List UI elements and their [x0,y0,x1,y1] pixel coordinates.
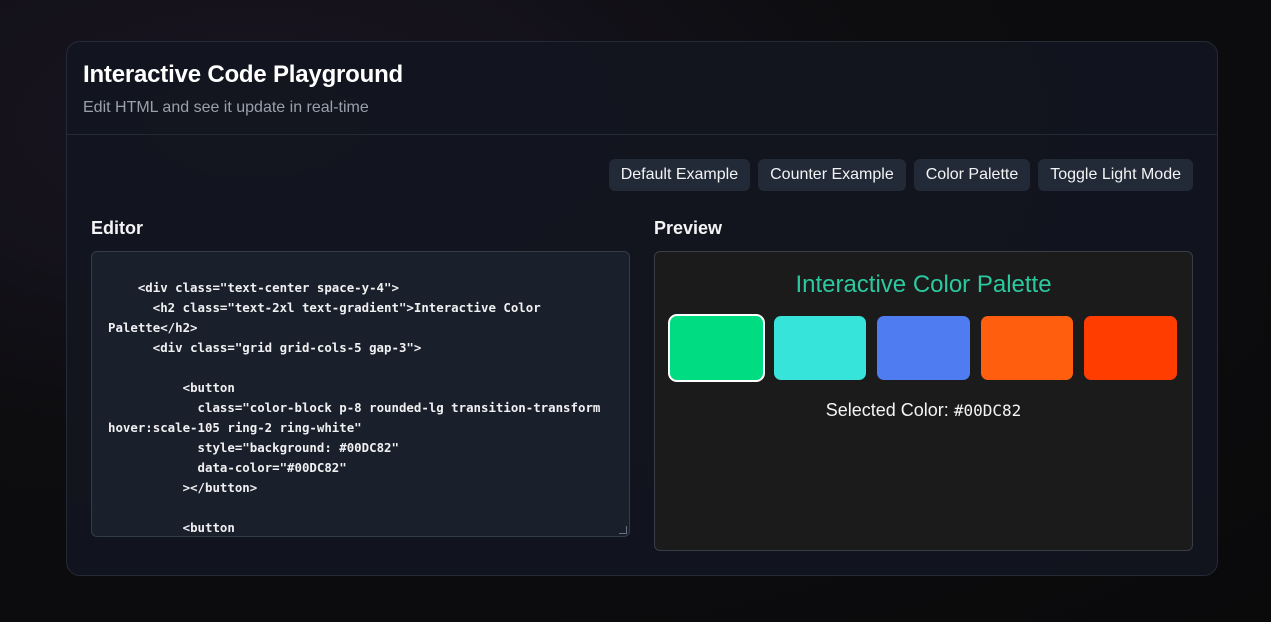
default-example-button[interactable]: Default Example [608,159,751,191]
example-toolbar: Default Example Counter Example Color Pa… [608,159,1193,191]
color-swatch[interactable] [773,316,867,380]
color-swatch[interactable] [1084,316,1177,380]
toggle-light-mode-button[interactable]: Toggle Light Mode [1038,159,1193,191]
code-editor[interactable]: <div class="text-center space-y-4"> <h2 … [91,251,630,537]
page-title: Interactive Code Playground [83,61,404,88]
editor-label: Editor [91,218,143,238]
code-content[interactable]: <div class="text-center space-y-4"> <h2 … [92,252,629,536]
selected-color: Selected Color: #00DC82 [655,400,1192,421]
selected-color-value: #00DC82 [953,401,1022,420]
color-palette-button[interactable]: Color Palette [913,159,1031,191]
color-swatches [655,316,1192,380]
counter-example-button[interactable]: Counter Example [758,159,906,191]
color-swatch[interactable] [877,316,970,380]
resize-handle-icon[interactable] [619,526,627,534]
color-swatch[interactable] [980,316,1074,380]
preview-label: Preview [654,218,723,238]
selected-color-label: Selected Color: [825,400,949,420]
card-header: Interactive Code Playground Edit HTML an… [67,42,1217,135]
preview-title: Interactive Color Palette [795,271,1052,298]
preview-pane: Interactive Color Palette Selected Color… [654,251,1193,551]
page-subtitle: Edit HTML and see it update in real-time [83,99,369,116]
playground-card: Interactive Code Playground Edit HTML an… [66,41,1218,576]
color-swatch[interactable] [670,316,763,380]
